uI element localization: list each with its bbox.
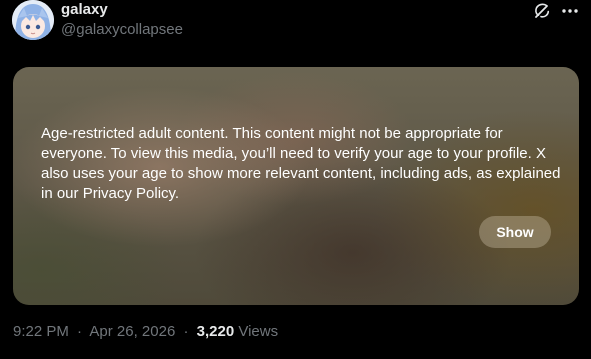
tweet-date[interactable]: Apr 26, 2026: [89, 323, 175, 340]
tweet-time[interactable]: 9:22 PM: [13, 323, 69, 340]
views-label: Views: [238, 323, 279, 340]
grok-icon[interactable]: [532, 2, 552, 20]
age-restricted-media[interactable]: Age-restricted adult content. This conte…: [13, 67, 579, 305]
avatar[interactable]: [12, 0, 54, 40]
views-count[interactable]: 3,220: [197, 323, 235, 340]
tweet-meta: 9:22 PM · Apr 26, 2026 · 3,220 Views: [13, 322, 278, 342]
tweet: galaxy @galaxycollapsee Age-restricted a…: [0, 0, 591, 359]
author-display-name[interactable]: galaxy: [61, 1, 108, 19]
meta-separator: ·: [77, 323, 83, 340]
more-dots-icon[interactable]: [560, 2, 580, 20]
avatar-image: [12, 0, 54, 40]
age-restriction-warning: Age-restricted adult content. This conte…: [41, 125, 561, 202]
show-button[interactable]: Show: [479, 216, 551, 248]
meta-separator: ·: [183, 323, 189, 340]
author-handle[interactable]: @galaxycollapsee: [61, 21, 183, 39]
